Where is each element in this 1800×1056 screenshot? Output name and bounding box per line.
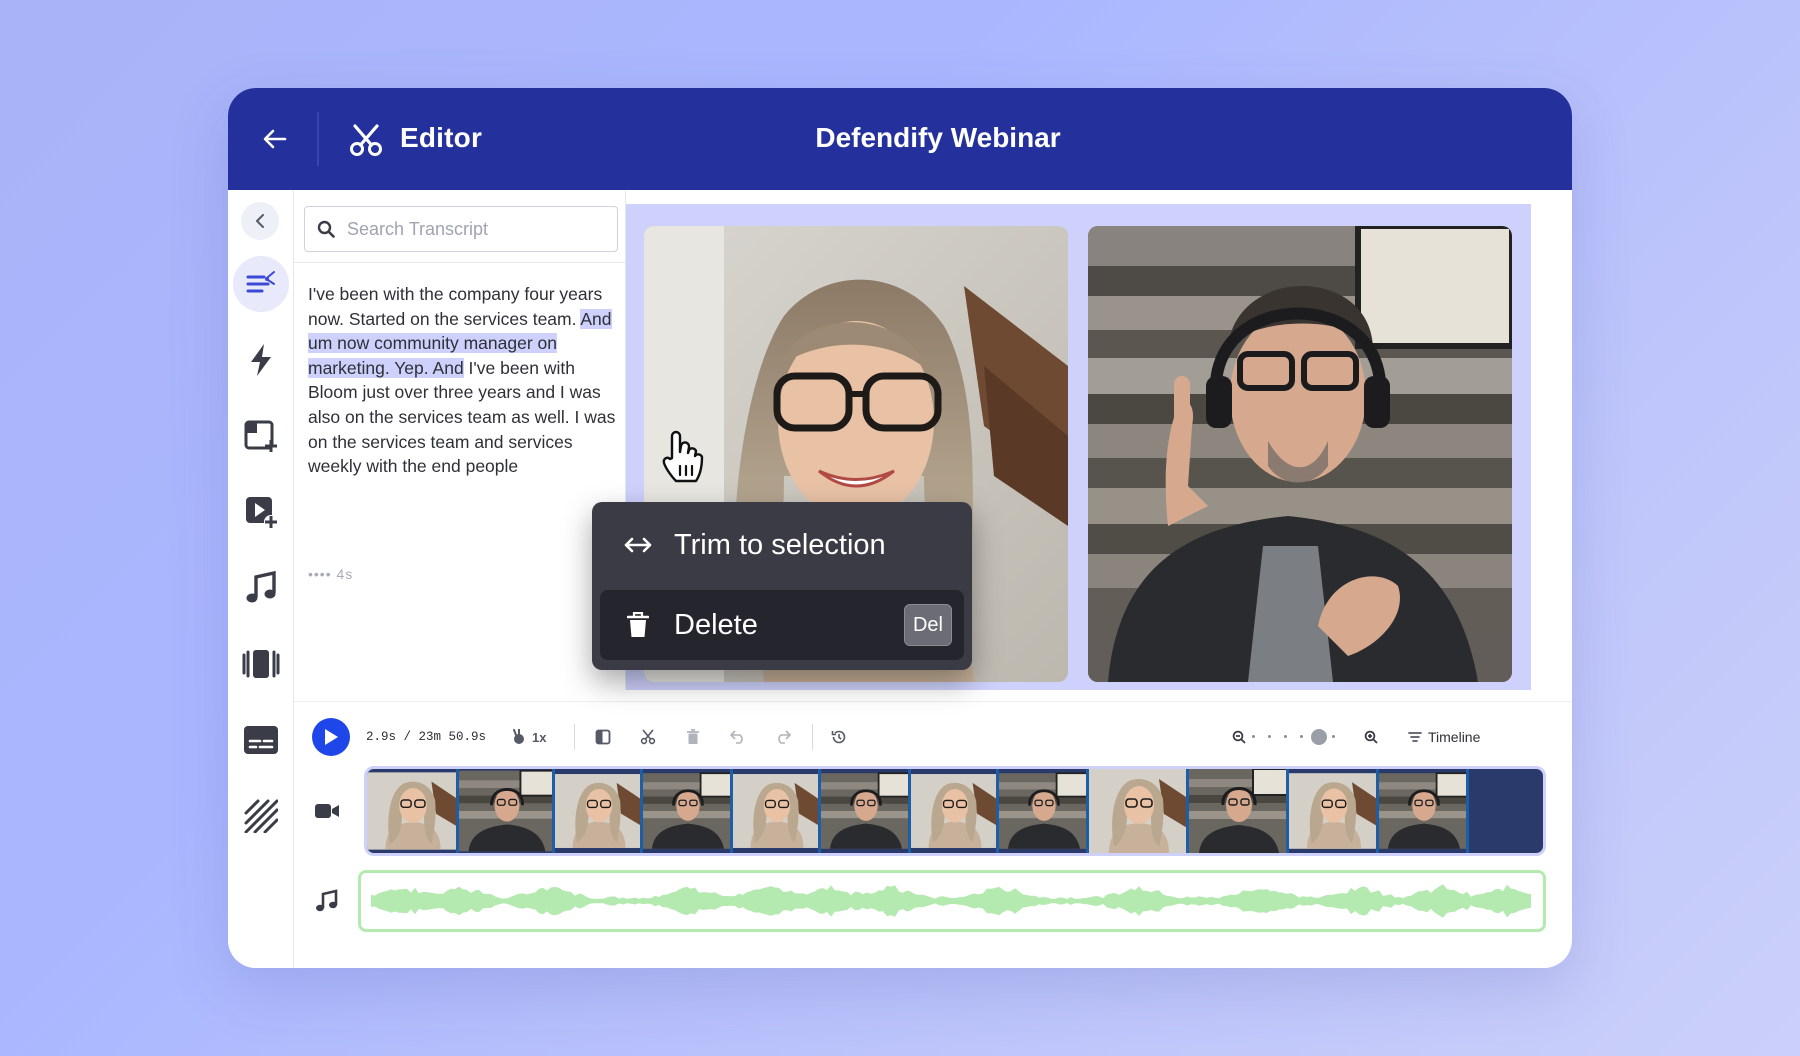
search-input[interactable] xyxy=(347,218,597,240)
video-thumbnail xyxy=(367,769,459,853)
video-thumbnail xyxy=(999,769,1089,853)
captions-icon[interactable] xyxy=(233,712,289,768)
context-menu: Trim to selection Delete Del xyxy=(592,502,972,670)
audio-waveform xyxy=(371,884,1531,918)
zoom-tick xyxy=(1268,735,1271,738)
video-thumbnail xyxy=(555,769,643,853)
playback-controls: 2.9s / 23m 50.9s 1x Timeline xyxy=(312,716,1552,760)
waveform-shape xyxy=(371,884,1531,918)
timeline-icon xyxy=(1408,731,1422,743)
video-thumbnail xyxy=(733,769,821,853)
aspect-ratio-icon[interactable] xyxy=(233,636,289,692)
trim-arrows-icon xyxy=(618,536,658,554)
add-layout-icon[interactable] xyxy=(233,408,289,464)
background-pattern-icon[interactable] xyxy=(233,788,289,844)
speed-label: 1x xyxy=(532,729,547,745)
collapse-panel-button[interactable] xyxy=(241,202,279,240)
trash-icon xyxy=(618,612,658,638)
video-thumbnail xyxy=(1379,769,1469,853)
trim-label: Trim to selection xyxy=(674,528,886,561)
video-thumbnail xyxy=(911,769,999,853)
video-thumbnail xyxy=(1289,769,1379,853)
video-thumbnail xyxy=(821,769,911,853)
document-title[interactable]: Defendify Webinar xyxy=(228,122,1572,154)
hand-pointer-cursor-icon xyxy=(658,428,704,486)
transcript-text[interactable]: I've been with the company four years no… xyxy=(308,282,618,479)
play-button[interactable] xyxy=(312,718,350,756)
search-transcript-field[interactable] xyxy=(304,206,618,252)
zoom-tick xyxy=(1332,735,1335,738)
delete-label: Delete xyxy=(674,608,758,641)
video-thumbnail xyxy=(643,769,733,853)
divider xyxy=(812,724,813,750)
speaker-video-right[interactable] xyxy=(1088,226,1512,682)
video-thumbnail xyxy=(1089,769,1189,853)
app-header: Editor Defendify Webinar xyxy=(228,88,1572,190)
lightning-icon[interactable] xyxy=(233,332,289,388)
add-media-icon[interactable] xyxy=(233,484,289,540)
video-track[interactable] xyxy=(364,766,1546,856)
transcript-edit-icon[interactable] xyxy=(233,256,289,312)
rabbit-icon xyxy=(510,729,526,745)
zoom-tick xyxy=(1252,735,1255,738)
audio-track[interactable] xyxy=(358,870,1546,932)
zoom-tick xyxy=(1284,735,1287,738)
pause-marker: •••• 4s xyxy=(308,566,354,582)
search-icon xyxy=(317,220,335,238)
trash-icon[interactable] xyxy=(680,724,706,750)
divider xyxy=(294,262,626,263)
zoom-tick xyxy=(1300,735,1303,738)
transcript-panel: I've been with the company four years no… xyxy=(294,190,626,690)
history-icon[interactable] xyxy=(826,724,852,750)
tool-rail xyxy=(228,190,294,968)
video-thumbnail xyxy=(459,769,555,853)
split-view-icon[interactable] xyxy=(590,724,616,750)
delete-menu-item[interactable]: Delete Del xyxy=(600,590,964,660)
zoom-slider-handle[interactable] xyxy=(1310,729,1327,745)
trim-to-selection-menu-item[interactable]: Trim to selection xyxy=(600,510,964,580)
divider xyxy=(574,724,575,750)
speed-button[interactable]: 1x xyxy=(510,724,546,750)
zoom-out-icon[interactable] xyxy=(1230,724,1248,750)
divider xyxy=(294,701,1572,702)
transcript-segment[interactable]: I've been with the company four years no… xyxy=(308,284,602,329)
timeline-toggle-button[interactable]: Timeline xyxy=(1408,724,1480,750)
redo-icon[interactable] xyxy=(770,724,796,750)
music-icon[interactable] xyxy=(233,560,289,616)
audio-note-icon xyxy=(312,886,342,916)
undo-icon[interactable] xyxy=(725,724,751,750)
video-thumbnail xyxy=(1189,769,1289,853)
scissors-cut-icon[interactable] xyxy=(635,724,661,750)
zoom-in-icon[interactable] xyxy=(1362,724,1380,750)
time-readout: 2.9s / 23m 50.9s xyxy=(366,730,487,744)
timeline-label: Timeline xyxy=(1428,729,1481,745)
zoom-slider[interactable] xyxy=(1252,729,1344,745)
video-camera-icon xyxy=(312,796,342,826)
editor-window: Editor Defendify Webinar Search Transcri… xyxy=(228,88,1572,968)
delete-shortcut-badge: Del xyxy=(903,604,952,646)
